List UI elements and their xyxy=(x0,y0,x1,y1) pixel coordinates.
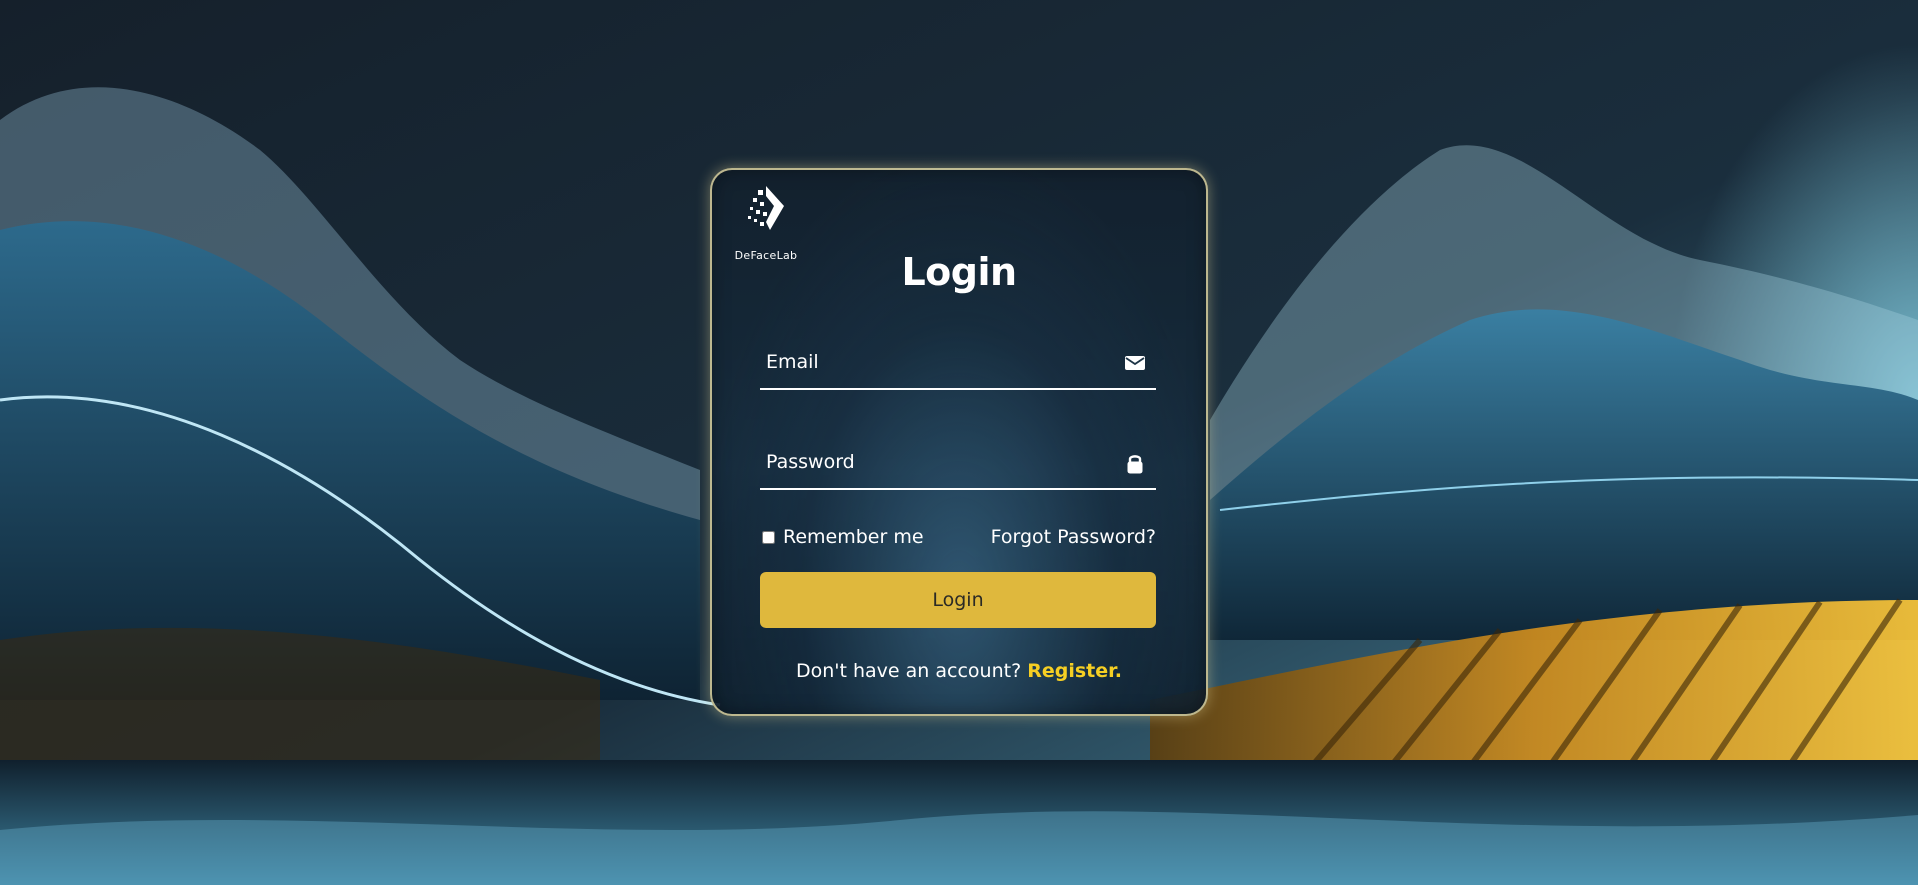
email-field-container xyxy=(760,338,1156,390)
brand-logo: DeFaceLab xyxy=(730,182,802,262)
options-row: Remember me Forgot Password? xyxy=(760,526,1156,552)
password-input[interactable] xyxy=(760,438,1106,486)
remember-me-label: Remember me xyxy=(783,526,924,548)
envelope-icon xyxy=(1125,356,1145,370)
register-link[interactable]: Register. xyxy=(1027,660,1122,682)
register-prompt-text: Don't have an account? xyxy=(795,660,1028,682)
remember-me-checkbox[interactable] xyxy=(762,530,775,544)
login-button[interactable]: Login xyxy=(760,572,1156,628)
lock-icon xyxy=(1127,455,1143,474)
remember-me-option[interactable]: Remember me xyxy=(760,526,924,548)
forgot-password-link[interactable]: Forgot Password? xyxy=(991,526,1156,548)
email-input[interactable] xyxy=(760,338,1106,386)
defacelab-logo-icon xyxy=(748,186,784,230)
password-field-container xyxy=(760,438,1156,490)
register-prompt: Don't have an account? Register. xyxy=(710,660,1208,682)
page-title: Login xyxy=(901,250,1017,294)
